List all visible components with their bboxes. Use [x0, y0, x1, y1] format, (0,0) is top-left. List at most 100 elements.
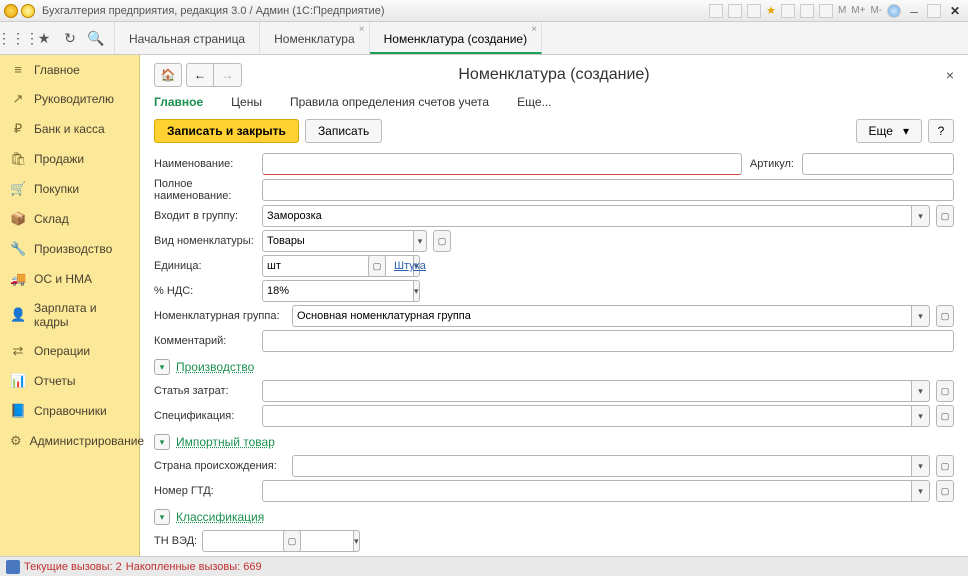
- dropdown-button[interactable]: ▾: [912, 205, 930, 227]
- subtab-main[interactable]: Главное: [154, 95, 203, 109]
- open-button[interactable]: ▢: [936, 405, 954, 427]
- sidebar-item-5[interactable]: 📦Склад: [0, 204, 139, 234]
- collapse-icon[interactable]: ▾: [154, 509, 170, 525]
- open-button[interactable]: ▢: [433, 230, 451, 252]
- memory-mminus[interactable]: M-: [870, 5, 882, 16]
- tb-tool-5[interactable]: [800, 4, 814, 18]
- sidebar-item-3[interactable]: 🛍Продажи: [0, 144, 139, 174]
- panel-close-icon[interactable]: ×: [946, 67, 954, 83]
- memory-mplus[interactable]: M+: [851, 5, 865, 16]
- sidebar-icon: 📊: [10, 373, 26, 389]
- collapse-icon[interactable]: ▾: [154, 434, 170, 450]
- open-button[interactable]: ▢: [936, 380, 954, 402]
- dropdown-button[interactable]: ▾: [354, 530, 360, 552]
- history-icon[interactable]: ↻: [62, 30, 78, 46]
- info-icon[interactable]: [887, 4, 901, 18]
- save-close-button[interactable]: Записать и закрыть: [154, 119, 299, 143]
- open-button[interactable]: ▢: [283, 530, 301, 552]
- nmgroup-input[interactable]: [292, 305, 912, 327]
- origin-input[interactable]: [292, 455, 912, 477]
- spec-input[interactable]: [262, 405, 912, 427]
- name-input[interactable]: [262, 153, 742, 175]
- dropdown-button[interactable]: ▾: [414, 280, 420, 302]
- dropdown-button[interactable]: ▾: [912, 455, 930, 477]
- tab-home[interactable]: Начальная страница: [115, 22, 260, 54]
- group-input[interactable]: [262, 205, 912, 227]
- sidebar-label: Банк и касса: [34, 122, 105, 136]
- forward-button[interactable]: →: [214, 63, 242, 87]
- sidebar-item-12[interactable]: ⚙Администрирование: [0, 426, 139, 456]
- tb-tool-2[interactable]: [728, 4, 742, 18]
- app-icon-drop[interactable]: [21, 4, 35, 18]
- sidebar-item-9[interactable]: ⇄Операции: [0, 336, 139, 366]
- sidebar-item-2[interactable]: ₽Банк и касса: [0, 114, 139, 144]
- close-button[interactable]: ✕: [946, 4, 964, 18]
- subtab-prices[interactable]: Цены: [231, 95, 262, 109]
- costitem-input[interactable]: [262, 380, 912, 402]
- dropdown-button[interactable]: ▾: [414, 230, 427, 252]
- unit-input[interactable]: [262, 255, 414, 277]
- star-icon[interactable]: ★: [36, 30, 52, 46]
- subtab-accounts[interactable]: Правила определения счетов учета: [290, 95, 489, 109]
- sidebar-item-7[interactable]: 🚚ОС и НМА: [0, 264, 139, 294]
- tab-close-icon[interactable]: ×: [531, 24, 537, 35]
- status-bar: Текущие вызовы: 2 Накопленные вызовы: 66…: [0, 556, 968, 576]
- gtd-input[interactable]: [262, 480, 912, 502]
- tab-nomenclature[interactable]: Номенклатура×: [260, 22, 370, 54]
- maximize-button[interactable]: [927, 4, 941, 18]
- sidebar-item-1[interactable]: ↗Руководителю: [0, 84, 139, 114]
- save-button[interactable]: Записать: [305, 119, 382, 143]
- dropdown-button[interactable]: ▾: [912, 480, 930, 502]
- label-comment: Комментарий:: [154, 335, 262, 347]
- dropdown-button[interactable]: ▾: [912, 380, 930, 402]
- tabstrip: ⋮⋮⋮ ★ ↻ 🔍 Начальная страница Номенклатур…: [0, 22, 968, 55]
- section-production[interactable]: Производство: [176, 360, 254, 374]
- article-input[interactable]: [802, 153, 954, 175]
- comment-input[interactable]: [262, 330, 954, 352]
- section-import[interactable]: Импортный товар: [176, 435, 275, 449]
- section-class[interactable]: Классификация: [176, 510, 264, 524]
- favorite-icon[interactable]: ★: [766, 4, 776, 17]
- dropdown-button[interactable]: ▾: [912, 305, 930, 327]
- sidebar-item-4[interactable]: 🛒Покупки: [0, 174, 139, 204]
- search-icon[interactable]: 🔍: [88, 30, 104, 46]
- open-button[interactable]: ▢: [368, 255, 386, 277]
- tb-tool-1[interactable]: [709, 4, 723, 18]
- sidebar-item-11[interactable]: 📘Справочники: [0, 396, 139, 426]
- tab-close-icon[interactable]: ×: [359, 24, 365, 35]
- minimize-button[interactable]: –: [906, 3, 922, 19]
- sidebar-item-0[interactable]: ≡Главное: [0, 55, 139, 84]
- status-icon[interactable]: [6, 560, 20, 574]
- label-costitem: Статья затрат:: [154, 385, 262, 397]
- label-nmgroup: Номенклатурная группа:: [154, 310, 292, 322]
- memory-m[interactable]: M: [838, 5, 846, 16]
- dropdown-button[interactable]: ▾: [912, 405, 930, 427]
- sidebar-label: Продажи: [34, 152, 84, 166]
- open-button[interactable]: ▢: [936, 205, 954, 227]
- collapse-icon[interactable]: ▾: [154, 359, 170, 375]
- open-button[interactable]: ▢: [936, 305, 954, 327]
- tb-tool-4[interactable]: [781, 4, 795, 18]
- unit-link[interactable]: Штука: [394, 260, 426, 272]
- label-fullname: Полное наименование:: [154, 178, 262, 202]
- home-button[interactable]: 🏠: [154, 63, 182, 87]
- tb-tool-6[interactable]: [819, 4, 833, 18]
- sidebar: ≡Главное↗Руководителю₽Банк и касса🛍Прода…: [0, 55, 140, 556]
- apps-icon[interactable]: ⋮⋮⋮: [10, 30, 26, 46]
- tb-tool-3[interactable]: [747, 4, 761, 18]
- open-button[interactable]: ▢: [936, 455, 954, 477]
- sidebar-item-10[interactable]: 📊Отчеты: [0, 366, 139, 396]
- back-button[interactable]: ←: [186, 63, 214, 87]
- sidebar-item-8[interactable]: 👤Зарплата и кадры: [0, 294, 139, 336]
- window-title: Бухгалтерия предприятия, редакция 3.0 / …: [42, 5, 384, 17]
- tab-nomenclature-create[interactable]: Номенклатура (создание)×: [370, 22, 542, 54]
- tnved-input[interactable]: [202, 530, 354, 552]
- vat-input[interactable]: [262, 280, 414, 302]
- sidebar-item-6[interactable]: 🔧Производство: [0, 234, 139, 264]
- subtab-more[interactable]: Еще...: [517, 95, 551, 109]
- open-button[interactable]: ▢: [936, 480, 954, 502]
- more-button[interactable]: Еще▾: [856, 119, 922, 143]
- help-button[interactable]: ?: [928, 119, 954, 143]
- type-input[interactable]: [262, 230, 414, 252]
- fullname-input[interactable]: [262, 179, 954, 201]
